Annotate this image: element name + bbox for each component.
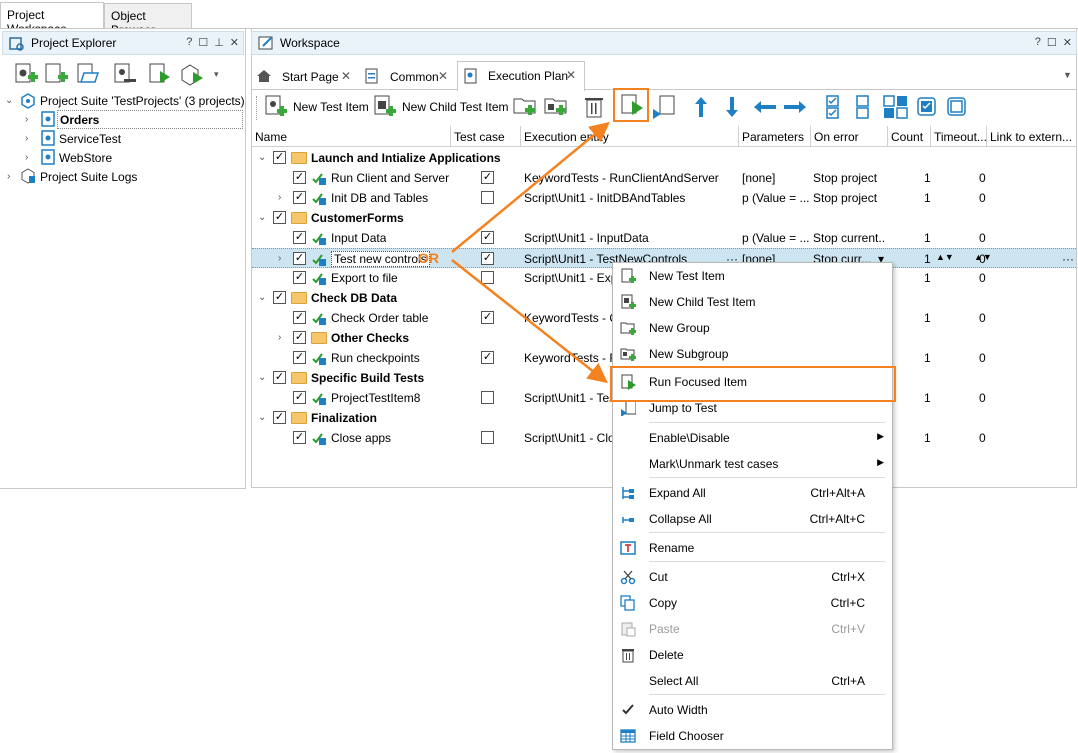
menu-item-shortcut: Ctrl+Alt+C (809, 512, 865, 526)
menu-item-paste[interactable]: Paste Ctrl+V (613, 616, 892, 642)
menu-item-new-child-test-item[interactable]: New Child Test Item (613, 289, 892, 315)
menu-item-label: Mark\Unmark test cases (649, 457, 779, 471)
menu-separator (649, 422, 885, 423)
delete-icon (622, 649, 634, 663)
new-subgroup-icon (620, 348, 636, 361)
submenu-arrow-icon: ▶ (877, 431, 884, 441)
menu-item-collapse-all[interactable]: Collapse All Ctrl+Alt+C (613, 506, 892, 532)
rename-icon (620, 541, 636, 555)
menu-item-delete[interactable]: Delete (613, 642, 892, 668)
menu-item-select-all[interactable]: Select All Ctrl+A (613, 668, 892, 694)
menu-item-label: Cut (649, 570, 668, 584)
new-test-item-icon (621, 268, 636, 283)
new-child-test-item-icon (621, 294, 636, 309)
menu-item-new-subgroup[interactable]: New Subgroup (613, 341, 892, 367)
menu-item-label: Auto Width (649, 703, 708, 717)
menu-item-auto-width[interactable]: Auto Width (613, 697, 892, 723)
copy-icon (620, 595, 635, 611)
menu-separator (649, 694, 885, 695)
menu-item-shortcut: Ctrl+X (831, 570, 865, 584)
jump-to-test-icon (621, 400, 636, 416)
menu-item-shortcut: Ctrl+C (830, 596, 865, 610)
expand-all-icon (622, 487, 634, 499)
paste-icon (621, 622, 636, 637)
menu-item-label: Paste (649, 622, 680, 636)
menu-item-shortcut: Ctrl+V (831, 622, 865, 636)
menu-item-rename[interactable]: Rename (613, 535, 892, 561)
menu-separator (649, 477, 885, 478)
new-group-icon (620, 322, 636, 335)
menu-item-shortcut: Ctrl+Alt+A (810, 486, 865, 500)
submenu-arrow-icon: ▶ (877, 457, 884, 467)
menu-item-enable-disable[interactable]: Enable\Disable ▶ (613, 425, 892, 451)
menu-item-label: New Group (649, 321, 710, 335)
menu-item-label: New Subgroup (649, 347, 729, 361)
menu-item-label: Copy (649, 596, 678, 610)
menu-item-label: Collapse All (649, 512, 712, 526)
run-focused-item-highlight (610, 366, 896, 402)
field-chooser-icon (620, 729, 636, 743)
menu-item-label: Rename (649, 541, 695, 555)
or-label: OR (418, 250, 439, 266)
menu-item-label: New Child Test Item (649, 295, 756, 309)
menu-item-label: Expand All (649, 486, 706, 500)
menu-item-label: Jump to Test (649, 401, 717, 415)
context-menu: New Test Item New Child Test Item New Grou… (612, 262, 893, 750)
collapse-all-icon (622, 517, 634, 523)
menu-item-new-test-item[interactable]: New Test Item (613, 263, 892, 289)
menu-item-expand-all[interactable]: Expand All Ctrl+Alt+A (613, 480, 892, 506)
menu-item-field-chooser[interactable]: Field Chooser (613, 723, 892, 749)
menu-item-cut[interactable]: Cut Ctrl+X (613, 564, 892, 590)
menu-item-label: Delete (649, 648, 684, 662)
annotation-overlay (451, 121, 610, 384)
menu-item-new-group[interactable]: New Group (613, 315, 892, 341)
menu-item-copy[interactable]: Copy Ctrl+C (613, 590, 892, 616)
menu-item-mark-unmark-test-cases[interactable]: Mark\Unmark test cases ▶ (613, 451, 892, 477)
menu-item-label: New Test Item (649, 269, 725, 283)
menu-item-label: Select All (649, 674, 699, 688)
menu-item-shortcut: Ctrl+A (831, 674, 865, 688)
annotation-arrow (451, 259, 608, 384)
menu-item-label: Enable\Disable (649, 431, 730, 445)
menu-separator (649, 532, 885, 533)
checkmark-icon (622, 704, 634, 715)
menu-item-label: Field Chooser (649, 729, 724, 743)
annotation-arrow (451, 121, 610, 253)
menu-separator (649, 561, 885, 562)
cut-icon (620, 570, 636, 585)
